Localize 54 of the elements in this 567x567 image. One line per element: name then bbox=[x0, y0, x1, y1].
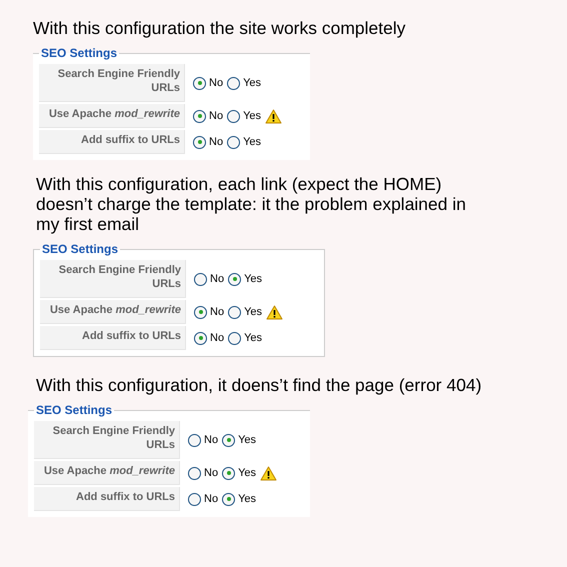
radio-button[interactable] bbox=[227, 110, 240, 122]
radio-button[interactable] bbox=[222, 434, 236, 446]
warning-icon bbox=[265, 108, 282, 124]
setting-label: Add suffix to URLs bbox=[34, 487, 180, 511]
radio-option[interactable]: Yes bbox=[228, 332, 262, 344]
radio-option[interactable]: No bbox=[193, 110, 224, 122]
setting-label: Search Engine Friendly URLs bbox=[34, 421, 180, 459]
caption-text: With this configuration, each link (expect the HOME) doesn’t charge the template: it the problem explained in my first email bbox=[36, 174, 467, 234]
radio-option[interactable]: No bbox=[193, 136, 224, 148]
radio-button[interactable] bbox=[193, 76, 206, 90]
setting-label: Use Apache mod_rewrite bbox=[34, 461, 180, 485]
radio-button[interactable] bbox=[193, 136, 206, 148]
radio-option[interactable]: No bbox=[188, 434, 218, 446]
panel-legend: SEO Settings bbox=[34, 403, 114, 417]
radio-button[interactable] bbox=[193, 110, 206, 122]
radio-button[interactable] bbox=[188, 492, 201, 506]
radio-option[interactable]: Yes bbox=[227, 110, 262, 122]
radio-button[interactable] bbox=[188, 434, 201, 446]
radio-option[interactable]: Yes bbox=[222, 466, 256, 480]
setting-label: Search Engine Friendly URLs bbox=[39, 64, 185, 102]
caption-text: With this configuration the site works completely bbox=[33, 18, 407, 38]
radio-button[interactable] bbox=[228, 272, 242, 286]
radio-option[interactable]: No bbox=[188, 466, 218, 480]
radio-option[interactable]: Yes bbox=[228, 272, 262, 286]
radio-option[interactable]: Yes bbox=[222, 492, 256, 506]
radio-button[interactable] bbox=[227, 136, 240, 148]
radio-button[interactable] bbox=[228, 306, 242, 318]
radio-button[interactable] bbox=[222, 466, 236, 480]
radio-button[interactable] bbox=[222, 492, 236, 506]
setting-label: Search Engine Friendly URLs bbox=[40, 260, 186, 298]
radio-button[interactable] bbox=[194, 272, 207, 286]
radio-option[interactable]: No bbox=[188, 492, 218, 506]
setting-label: Add suffix to URLs bbox=[39, 130, 185, 154]
radio-option[interactable]: No bbox=[193, 76, 224, 90]
radio-option[interactable]: Yes bbox=[222, 434, 256, 446]
radio-button[interactable] bbox=[194, 306, 207, 318]
caption-text: With this configuration, it doens’t find the page (error 404) bbox=[36, 375, 483, 395]
radio-option[interactable]: Yes bbox=[228, 306, 262, 318]
warning-icon bbox=[266, 304, 284, 320]
radio-option[interactable]: Yes bbox=[227, 136, 262, 148]
radio-option[interactable]: Yes bbox=[227, 76, 262, 90]
radio-button[interactable] bbox=[194, 332, 207, 344]
radio-button[interactable] bbox=[227, 76, 240, 90]
radio-button[interactable] bbox=[228, 332, 242, 344]
radio-option[interactable]: No bbox=[194, 272, 224, 286]
setting-label: Add suffix to URLs bbox=[40, 326, 186, 350]
setting-label: Use Apache mod_rewrite bbox=[39, 104, 185, 128]
panel-legend: SEO Settings bbox=[39, 46, 120, 60]
setting-label: Use Apache mod_rewrite bbox=[40, 300, 186, 324]
warning-icon bbox=[260, 466, 278, 480]
panel-legend: SEO Settings bbox=[40, 242, 120, 256]
radio-button[interactable] bbox=[188, 466, 201, 480]
radio-option[interactable]: No bbox=[194, 306, 224, 318]
radio-option[interactable]: No bbox=[194, 332, 224, 344]
